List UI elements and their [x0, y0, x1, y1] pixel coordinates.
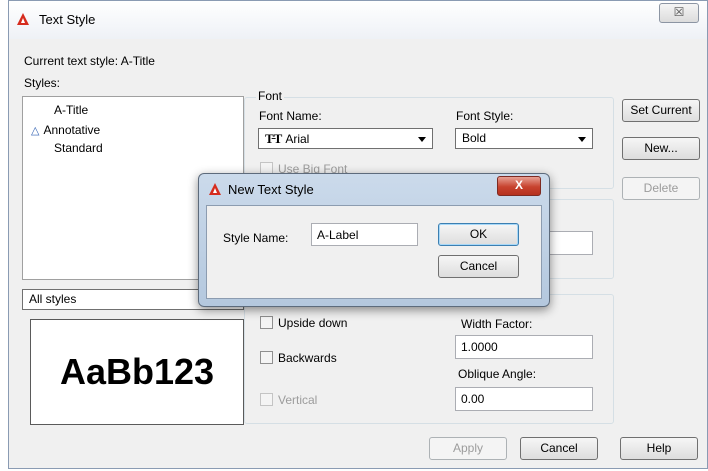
- delete-button[interactable]: Delete: [622, 177, 700, 200]
- new-dialog-close-button[interactable]: X: [497, 176, 541, 196]
- checkbox-box: [260, 316, 273, 329]
- autocad-logo-icon: [17, 13, 29, 25]
- style-item-a-title[interactable]: A-Title: [31, 103, 91, 117]
- style-item-label: Standard: [54, 141, 103, 155]
- style-item-label: Annotative: [43, 123, 101, 137]
- style-name-label: Style Name:: [223, 231, 289, 245]
- oblique-angle-field[interactable]: 0.00: [455, 387, 593, 411]
- new-button[interactable]: New...: [622, 137, 700, 160]
- styles-filter-value: All styles: [29, 292, 77, 306]
- style-name-input[interactable]: A-Label: [311, 223, 418, 246]
- style-item-annotative[interactable]: △ Annotative: [31, 123, 100, 137]
- styles-label: Styles:: [24, 76, 61, 90]
- annotative-icon: △: [31, 125, 40, 137]
- font-name-label: Font Name:: [259, 109, 322, 123]
- upside-down-label: Upside down: [278, 316, 348, 330]
- width-factor-label: Width Factor:: [461, 317, 533, 331]
- chevron-down-icon: [418, 137, 426, 142]
- font-name-select[interactable]: T̵T Arial: [258, 128, 433, 149]
- vertical-checkbox[interactable]: Vertical: [260, 393, 317, 407]
- close-button[interactable]: ☒: [659, 3, 699, 23]
- vertical-label: Vertical: [278, 393, 318, 407]
- apply-button[interactable]: Apply: [429, 437, 507, 460]
- new-dialog-cancel-button[interactable]: Cancel: [438, 255, 519, 278]
- help-button[interactable]: Help: [620, 437, 698, 460]
- new-text-style-dialog: New Text Style X Style Name: A-Label OK …: [198, 173, 550, 307]
- title-bar[interactable]: Text Style ☒: [9, 1, 707, 39]
- font-name-value: Arial: [285, 132, 310, 146]
- backwards-label: Backwards: [278, 351, 337, 365]
- oblique-angle-label: Oblique Angle:: [458, 367, 537, 381]
- ok-button[interactable]: OK: [438, 223, 519, 246]
- text-style-dialog: Text Style ☒ Current text style: A-Title…: [8, 0, 708, 469]
- set-current-button[interactable]: Set Current: [622, 99, 700, 122]
- window-title: Text Style: [39, 12, 96, 27]
- new-dialog-body: Style Name: A-Label OK Cancel: [206, 205, 542, 299]
- checkbox-box: [260, 393, 273, 406]
- checkbox-box: [260, 351, 273, 364]
- font-style-select[interactable]: Bold: [455, 128, 593, 149]
- style-item-label: A-Title: [54, 103, 89, 117]
- upside-down-checkbox[interactable]: Upside down: [260, 316, 347, 330]
- cancel-button[interactable]: Cancel: [520, 437, 598, 460]
- style-preview: AaBb123: [30, 319, 244, 425]
- width-factor-field[interactable]: 1.0000: [455, 335, 593, 359]
- current-style-label: Current text style: A-Title: [24, 54, 155, 68]
- chevron-down-icon: [578, 137, 586, 142]
- font-group-label: Font: [256, 89, 285, 103]
- style-item-standard[interactable]: Standard: [31, 141, 103, 155]
- font-style-value: Bold: [462, 131, 487, 145]
- truetype-font-icon: T̵T: [265, 131, 283, 146]
- autocad-logo-icon: [209, 183, 221, 195]
- new-dialog-title: New Text Style: [228, 182, 314, 197]
- backwards-checkbox[interactable]: Backwards: [260, 351, 337, 365]
- font-style-label: Font Style:: [456, 109, 514, 123]
